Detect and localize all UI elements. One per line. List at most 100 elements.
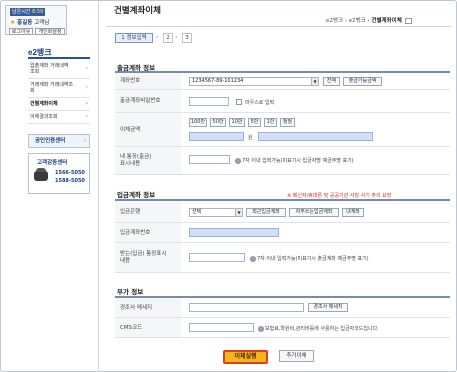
transfer-amount-input[interactable] <box>189 132 244 141</box>
frequent-accounts-button[interactable]: 자주쓰는입금계좌 <box>289 208 339 217</box>
amount-50k-button[interactable]: 5만 <box>248 118 261 127</box>
customer-center-number-2: 1588-5050 <box>55 178 85 184</box>
user-greeting: ★ 홍길동 고객님 <box>10 18 49 26</box>
sidebar-item-transaction-history[interactable]: 거래계좌 거래내역조 회 › <box>28 79 90 98</box>
withdraw-account-label: 계좌번호 <box>120 78 141 84</box>
message-button[interactable]: 경조사 메세지 <box>308 303 348 312</box>
transfer-amount-korean <box>258 132 373 141</box>
cms-hint: i 보험료,학원비,관리비등에 사용하는 입금자코드입니다. <box>258 325 379 332</box>
amount-1m-button[interactable]: 100만 <box>189 118 207 127</box>
cms-row: CMS코드 i 보험료,학원비,관리비등에 사용하는 입금자코드입니다. <box>115 318 450 338</box>
execute-transfer-button[interactable]: 이체실행 <box>223 350 268 364</box>
customer-center-title: 고객감동센터 <box>37 160 68 166</box>
breadcrumb-item[interactable]: e2뱅크 <box>326 18 343 24</box>
amount-10k-button[interactable]: 1만 <box>264 118 277 127</box>
deposit-account-label: 입금계좌번호 <box>120 230 151 236</box>
deposit-section-title: 입금계좌 정보 <box>117 191 156 199</box>
withdraw-password-input[interactable] <box>189 97 229 106</box>
user-grade-icon: ★ <box>10 19 16 26</box>
certificate-center-label: 공인인증센터 <box>35 138 66 144</box>
deposit-memo-row: 받는(입금) 통장표시 내용 i 7자 이내 입력가능(미표기시 출금계좌 예금주… <box>115 243 450 273</box>
telephone-icon <box>34 168 48 181</box>
available-amount-button[interactable]: 출금가능금액 <box>343 77 382 86</box>
withdraw-password-row: 출금계좌비밀번호 마우스로 입력 <box>115 90 450 113</box>
cms-input[interactable] <box>189 323 254 332</box>
deposit-bank-label: 입금은행 <box>120 209 141 215</box>
sidebar-item-transfer-result[interactable]: 이체결과조회 › <box>28 111 90 124</box>
sidebar: 남은시간 8:59 ★ 홍길동 고객님 로그아웃 개인화설정 e2뱅크 입출계좌… <box>0 0 98 372</box>
info-icon: i <box>235 157 241 164</box>
amount-100k-button[interactable]: 10만 <box>229 118 245 127</box>
message-row: 경조사 메세지 경조사 메세지 <box>115 298 450 318</box>
withdraw-memo-hint: i 7자 이내 입력가능(미표기시 입금자명 예금주명 표기) <box>235 157 354 164</box>
chevron-right-icon: › <box>85 65 88 72</box>
deposit-bank-row: 입금은행 선택 ▼ 최근입금계좌 자주쓰는입금계좌 내계좌 <box>115 201 450 223</box>
mouse-input-checkbox[interactable] <box>236 99 242 105</box>
amount-500k-button[interactable]: 50만 <box>210 118 226 127</box>
deposit-account-input[interactable] <box>189 228 279 237</box>
certificate-center-link[interactable]: 공인인증센터 › <box>28 134 90 148</box>
info-icon: i <box>250 255 256 262</box>
sidebar-item-single-transfer[interactable]: 건별계좌이체 › <box>28 98 90 111</box>
sidebar-item-label: 건별계좌이체 <box>30 101 58 107</box>
amount-reset-button[interactable]: 정정 <box>280 118 295 127</box>
user-name: 홍길동 <box>17 20 33 26</box>
message-label: 경조사 메세지 <box>120 305 153 311</box>
my-accounts-button[interactable]: 내계좌 <box>342 208 364 217</box>
won-unit: 원 <box>248 135 253 141</box>
step-arrow-icon: › <box>156 34 159 41</box>
deposit-memo-input[interactable] <box>189 253 245 262</box>
withdraw-memo-row: 내 통장(출금) 표시내용 i 7자 이내 입력가능(미표기시 입금자명 예금주명… <box>115 147 450 175</box>
user-suffix: 고객님 <box>34 20 50 26</box>
deposit-memo-hint-text: 7자 이내 입력가능(미표기시 출금계좌 예금주명 표기) <box>257 256 369 262</box>
chevron-down-icon: ▼ <box>235 209 242 216</box>
login-box: 남은시간 8:59 ★ 홍길동 고객님 로그아웃 개인화설정 <box>5 5 67 35</box>
extra-section-title: 부가 정보 <box>117 288 144 296</box>
step-arrow-icon: › <box>175 34 178 41</box>
session-timer: 남은시간 8:59 <box>10 8 46 16</box>
withdraw-memo-input[interactable] <box>189 155 230 164</box>
info-icon: i <box>258 325 264 332</box>
title-divider <box>106 26 451 27</box>
chevron-down-icon: ▼ <box>311 78 318 85</box>
transfer-amount-row: 이체금액 100만 50만 10만 5만 1만 정정 원 <box>115 113 450 147</box>
mouse-input-label: 마우스로 입력 <box>245 100 275 106</box>
withdraw-password-label: 출금계좌비밀번호 <box>120 98 161 104</box>
transfer-amount-label: 이체금액 <box>120 127 141 133</box>
logout-button[interactable]: 로그아웃 <box>9 28 33 35</box>
sidebar-item-account-history[interactable]: 입출계좌 거래내역 조회 › <box>28 60 90 79</box>
deposit-bank-value: 선택 <box>192 209 202 215</box>
breadcrumb-item[interactable]: e2뱅크 <box>349 18 366 24</box>
sidebar-item-label: 입출계좌 거래내역 조회 <box>30 63 69 75</box>
customer-center-box: 고객감동센터 1566-5050 1588-5050 <box>28 153 90 194</box>
print-icon[interactable] <box>404 17 412 24</box>
step-3: 3 <box>182 33 192 43</box>
message-input[interactable] <box>189 303 304 312</box>
fraud-warning: ※ 메신저/휴대폰 및 공공기관 사칭 사기 주의 요망 <box>287 193 392 199</box>
withdraw-account-select[interactable]: 1234567-89-101234 ▼ <box>189 77 319 86</box>
breadcrumb-current: 건별계좌이체 <box>371 18 402 24</box>
page-title: 건별계좌이체 <box>114 6 161 16</box>
withdraw-account-value: 1234567-89-101234 <box>192 78 244 84</box>
session-timer-label: 남은시간 <box>12 9 31 15</box>
chevron-right-icon: › <box>83 138 86 144</box>
withdraw-memo-label: 내 통장(출금) 표시내용 <box>120 154 152 167</box>
add-transfer-button[interactable]: 추가이체 <box>279 350 314 362</box>
balance-button[interactable]: 잔액 <box>323 77 340 86</box>
cms-hint-text: 보험료,학원비,관리비등에 사용하는 입금자코드입니다. <box>265 326 379 332</box>
withdraw-account-row: 계좌번호 1234567-89-101234 ▼ 잔액 출금가능금액 <box>115 73 450 90</box>
recent-accounts-button[interactable]: 최근입금계좌 <box>246 208 286 217</box>
personal-settings-button[interactable]: 개인화설정 <box>35 28 65 35</box>
session-timer-value: 8:59 <box>32 9 44 15</box>
cms-label: CMS코드 <box>120 325 143 331</box>
step-2: 2 <box>163 33 173 43</box>
withdraw-memo-hint-text: 7자 이내 입력가능(미표기시 입금자명 예금주명 표기) <box>242 158 354 164</box>
breadcrumb: e2뱅크 › e2뱅크 › 건별계좌이체 <box>326 16 412 24</box>
step-1: 1 정보입력 <box>115 33 153 43</box>
sidebar-divider <box>98 0 99 372</box>
sidebar-menu: 입출계좌 거래내역 조회 › 거래계좌 거래내역조 회 › 건별계좌이체 › 이… <box>28 60 90 124</box>
deposit-memo-label: 받는(입금) 통장표시 내용 <box>120 251 167 264</box>
customer-center-number-1: 1566-5050 <box>55 170 85 176</box>
chevron-right-icon: › <box>85 100 88 107</box>
deposit-bank-select[interactable]: 선택 ▼ <box>189 208 243 217</box>
